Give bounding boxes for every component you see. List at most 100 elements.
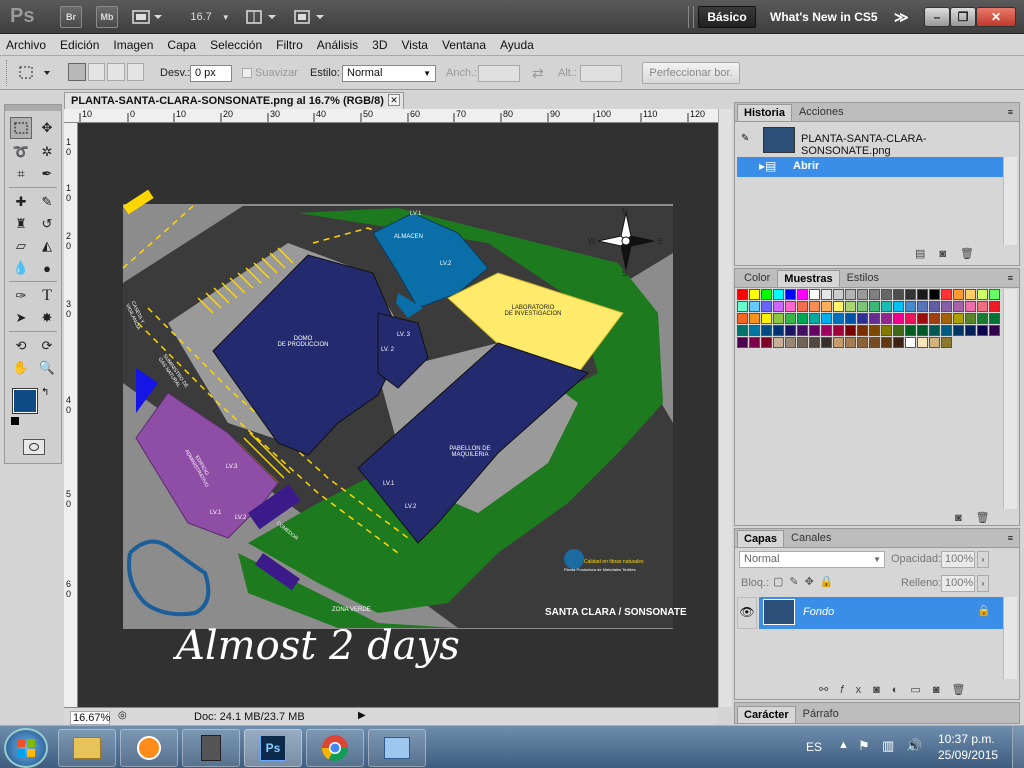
color-swatch[interactable] [821,313,832,324]
color-swatch[interactable] [785,301,796,312]
close-document-icon[interactable]: ✕ [388,94,400,106]
history-snapshot[interactable]: ✎ PLANTA-SANTA-CLARA-SONSONATE.png [739,127,1015,157]
panel-menu-icon[interactable]: ≡ [1008,107,1013,117]
spot-healing-tool-icon[interactable]: ✚ [10,191,32,213]
color-swatch[interactable] [845,325,856,336]
view-extras-button[interactable] [130,6,164,28]
color-swatch[interactable] [761,313,772,324]
color-swatch[interactable] [761,337,772,348]
crop-tool-icon[interactable]: ⌗ [10,163,32,185]
document-tab[interactable]: PLANTA-SANTA-CLARA-SONSONATE.png al 16.7… [64,92,404,109]
tab-caracter[interactable]: Carácter [737,706,796,723]
color-swatch[interactable] [929,325,940,336]
color-swatch[interactable] [821,289,832,300]
color-swatch[interactable] [797,313,808,324]
color-swatch[interactable] [845,337,856,348]
color-swatch[interactable] [989,289,1000,300]
color-swatch[interactable] [881,337,892,348]
color-swatch[interactable] [893,325,904,336]
swap-colors-icon[interactable]: ↰ [41,387,49,398]
color-swatch[interactable] [845,289,856,300]
color-swatch[interactable] [905,289,916,300]
color-swatch[interactable] [749,337,760,348]
lasso-tool-icon[interactable]: ➰ [10,141,32,163]
color-swatch[interactable] [917,325,928,336]
color-swatch[interactable] [857,313,868,324]
feather-input[interactable]: 0 px [190,65,232,82]
color-swatch[interactable] [809,301,820,312]
color-swatch[interactable] [833,337,844,348]
eye-icon[interactable]: 👁 [737,597,757,629]
color-swatch[interactable] [965,289,976,300]
workspace-whats-new[interactable]: What's New in CS5 [770,10,878,24]
layer-row-fondo[interactable]: Fondo 🔒 [759,597,1003,629]
color-swatch[interactable] [893,289,904,300]
taskbar-photoshop[interactable]: Ps [244,729,302,767]
color-swatch[interactable] [857,337,868,348]
menu-seleccion[interactable]: Selección [210,38,262,52]
more-workspaces-icon[interactable]: ≫ [894,9,909,26]
color-swatch[interactable] [953,289,964,300]
color-swatch[interactable] [749,289,760,300]
color-swatch[interactable] [953,313,964,324]
history-step-selected[interactable]: ▸▤ Abrir [737,157,1003,177]
menu-edicion[interactable]: Edición [60,38,99,52]
color-swatch[interactable] [845,313,856,324]
intersect-selection-icon[interactable] [126,63,144,81]
color-swatch[interactable] [821,325,832,336]
color-swatch[interactable] [737,301,748,312]
color-swatch[interactable] [821,337,832,348]
color-swatch[interactable] [737,337,748,348]
taskbar-control-panel[interactable] [368,729,426,767]
add-selection-icon[interactable] [87,63,105,81]
layers-footer-icons[interactable]: ⚯𝑓x◙◐▭◙🗑 [819,683,977,697]
color-swatch[interactable] [797,289,808,300]
default-colors-icon[interactable] [11,417,19,425]
3d-orbit-tool-icon[interactable]: ⟳ [36,335,58,357]
restore-button[interactable]: ❐ [950,7,976,27]
color-swatch[interactable] [809,289,820,300]
lock-icons[interactable]: ▢✎✥🔒 [773,575,840,588]
style-select[interactable]: Normal ▼ [342,65,436,82]
rectangular-marquee-tool-icon[interactable] [10,117,32,139]
clock-date[interactable]: 25/09/2015 [938,748,998,762]
color-swatch[interactable] [917,313,928,324]
color-swatch[interactable] [941,301,952,312]
menu-vista[interactable]: Vista [402,38,428,52]
show-hidden-icons[interactable]: ▲ [838,739,849,751]
mini-bridge-button[interactable]: Mb [96,6,118,28]
color-swatch[interactable] [857,325,868,336]
tab-color[interactable]: Color [737,269,777,287]
tab-capas[interactable]: Capas [737,530,785,547]
hand-tool-icon[interactable]: ✋ [10,357,32,379]
custom-shape-tool-icon[interactable]: ✸ [36,307,58,329]
color-swatch[interactable] [905,325,916,336]
color-swatch[interactable] [893,301,904,312]
color-swatch[interactable] [833,301,844,312]
minimize-button[interactable]: – [924,7,950,27]
tab-parrafo[interactable]: Párrafo [796,705,846,723]
taskbar-app[interactable] [182,729,240,767]
history-scrollbar[interactable] [1003,157,1017,245]
color-swatch[interactable] [881,289,892,300]
move-tool-icon[interactable]: ✥ [36,117,58,139]
color-swatch[interactable] [809,313,820,324]
eyedropper-tool-icon[interactable]: ✒ [36,163,58,185]
color-swatch[interactable] [977,325,988,336]
menu-imagen[interactable]: Imagen [113,38,153,52]
color-swatch[interactable] [869,313,880,324]
tab-canales[interactable]: Canales [784,529,838,547]
color-swatch[interactable] [773,289,784,300]
color-swatch[interactable] [737,313,748,324]
blur-tool-icon[interactable]: 💧 [10,257,32,279]
color-swatch[interactable] [893,313,904,324]
color-swatch[interactable] [989,301,1000,312]
new-selection-icon[interactable] [68,63,86,81]
brush-tool-icon[interactable]: ✎ [36,191,58,213]
color-swatch[interactable] [761,325,772,336]
paint-bucket-tool-icon[interactable]: ◭ [36,235,58,257]
menu-ayuda[interactable]: Ayuda [500,38,534,52]
network-icon[interactable]: ▥ [882,738,894,754]
color-swatch[interactable] [881,313,892,324]
color-swatch[interactable] [929,337,940,348]
